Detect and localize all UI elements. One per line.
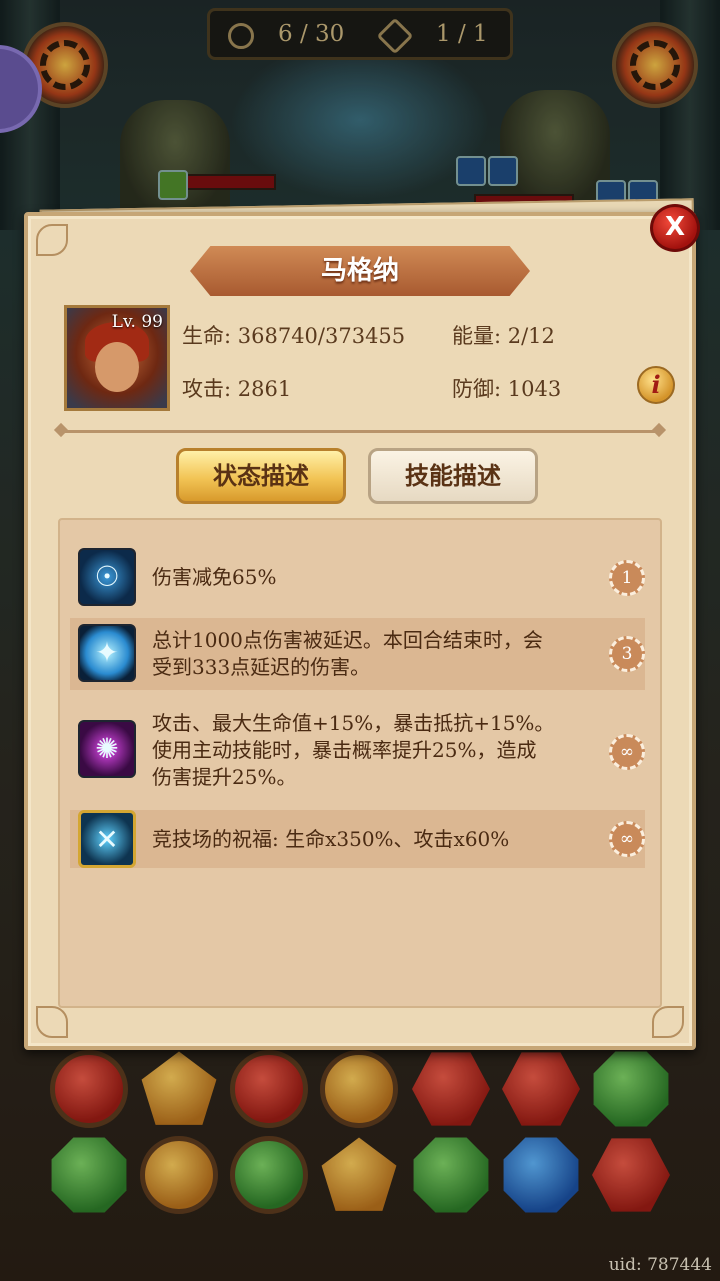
tab-skill-description[interactable]: 技能描述 [368,448,538,504]
delayed-damage-icon: ✦ [78,624,136,682]
corner-ornament [652,1006,684,1038]
buff-row: ✺ 攻击、最大生命值+15%，暴击抵抗+15%。 使用主动技能时，暴击概率提升2… [70,706,645,798]
tab-status-description[interactable]: 状态描述 [176,448,346,504]
buff-text: 伤害减免65% [152,565,277,589]
buff-text: 攻击、最大生命值+15%，暴击抵抗+15%。 [152,711,555,735]
info-button[interactable]: i [637,366,675,404]
buff-duration: ∞ [609,734,645,770]
buff-text: 竞技场的祝福: 生命x350%、攻击x60% [152,827,510,851]
hp-stat: 生命: 368740/373455 [182,324,406,348]
energy-stat: 能量: 2/12 [452,324,555,348]
defense-stat: 防御: 1043 [452,377,562,401]
buff-duration: 3 [609,636,645,672]
attack-stat: 攻击: 2861 [182,377,292,401]
buff-text: 受到333点延迟的伤害。 [152,655,371,679]
corner-ornament [36,224,68,256]
buff-text: 伤害提升25%。 [152,765,297,789]
hero-avatar: Lv. 99 [64,305,170,411]
close-button[interactable]: X [650,204,700,252]
hero-name: 马格纳 [320,256,399,286]
crossed-swords-icon: ✕ [78,810,136,868]
section-divider [60,430,660,433]
rune-gear-icon: ✺ [78,720,136,778]
avatar-face [95,342,139,392]
buff-row: ✦ 总计1000点伤害被延迟。本回合结束时，会 受到333点延迟的伤害。 3 [70,618,645,690]
buff-text: 总计1000点伤害被延迟。本回合结束时，会 [152,628,543,652]
buff-row: ☉ 伤害减免65% 1 [70,546,645,610]
hero-name-ribbon: 马格纳 [190,246,530,296]
hero-level: Lv. 99 [111,312,163,332]
shield-icon: ☉ [78,548,136,606]
corner-ornament [36,1006,68,1038]
buff-duration: 1 [609,560,645,596]
buff-text: 使用主动技能时，暴击概率提升25%，造成 [152,738,537,762]
buff-row: ✕ 竞技场的祝福: 生命x350%、攻击x60% ∞ [70,810,645,868]
buff-duration: ∞ [609,821,645,857]
